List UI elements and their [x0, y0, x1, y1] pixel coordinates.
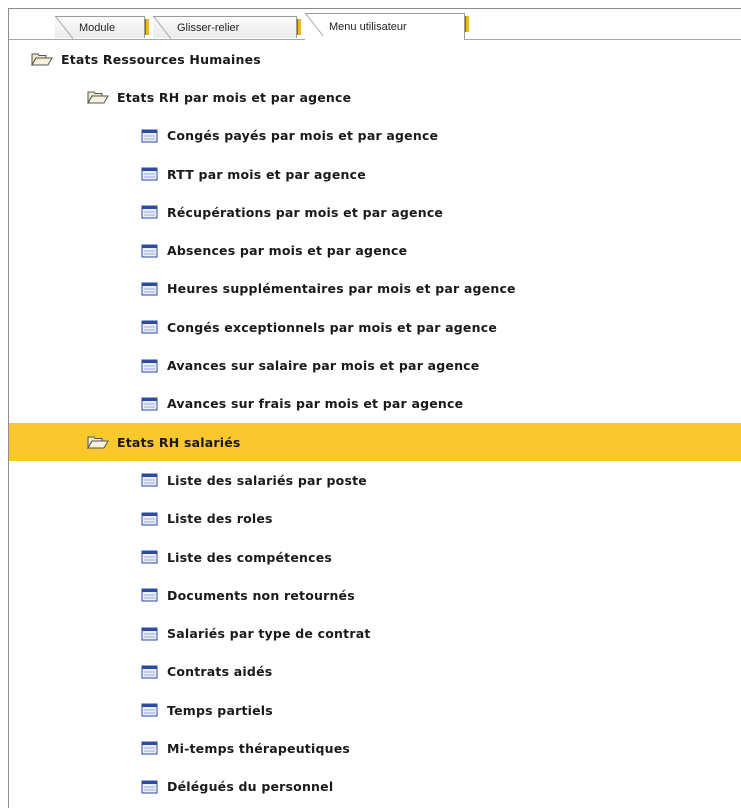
tree-item-label: Liste des roles: [167, 511, 273, 527]
tree-item-label: Temps partiels: [167, 702, 273, 718]
report-document-icon: [141, 512, 159, 526]
tree-item-label: Récupérations par mois et par agence: [167, 204, 444, 220]
tab-menu-utilisateur-label: Menu utilisateur: [329, 21, 407, 33]
tree-report-item[interactable]: Avances sur frais par mois et par agence: [9, 385, 741, 423]
report-document-icon: [141, 359, 159, 373]
folder-open-icon: [87, 435, 109, 450]
tree-item-label: Etats RH salariés: [117, 434, 241, 450]
tree-report-item[interactable]: Temps partiels: [9, 691, 741, 729]
report-document-icon: [141, 665, 159, 679]
report-document-icon: [141, 320, 159, 334]
folder-open-icon: [87, 90, 109, 106]
tree-report-item[interactable]: RTT par mois et par agence: [9, 155, 741, 193]
tree-report-item[interactable]: Heures supplémentaires par mois et par a…: [9, 270, 741, 308]
report-document-icon: [141, 627, 159, 641]
tree-item-label: Congés payés par mois et par agence: [167, 128, 439, 144]
tree-item-label: Avances sur salaire par mois et par agen…: [167, 358, 480, 374]
report-document-icon: [141, 588, 159, 602]
report-document-icon: [141, 741, 159, 755]
tree-item-label: Avances sur frais par mois et par agence: [167, 396, 464, 412]
tree-report-item[interactable]: Liste des compétences: [9, 538, 741, 576]
report-document-icon: [141, 167, 159, 181]
tree-item-label: Mi-temps thérapeutiques: [167, 740, 351, 756]
tree-report-item[interactable]: Mi-temps thérapeutiques: [9, 729, 741, 767]
report-document-icon: [141, 129, 159, 143]
report-document-icon: [141, 244, 159, 258]
tree-item-label: Liste des compétences: [167, 549, 333, 565]
menu-panel: Module Glisser-relier Menu utilisateur E…: [8, 8, 741, 808]
tree-folder-root[interactable]: Etats Ressources Humaines: [9, 40, 741, 78]
tree-item-label: Absences par mois et par agence: [167, 243, 408, 259]
tree-report-item[interactable]: Absences par mois et par agence: [9, 231, 741, 269]
tree-item-label: Délégués du personnel: [167, 779, 334, 795]
tree-report-item[interactable]: Contrats aidés: [9, 653, 741, 691]
report-document-icon: [141, 473, 159, 487]
tree-report-item[interactable]: Liste des roles: [9, 500, 741, 538]
tab-menu-utilisateur[interactable]: Menu utilisateur: [305, 13, 469, 40]
tree-item-label: Documents non retournés: [167, 587, 355, 603]
tree-folder-group[interactable]: Etats RH salariés: [9, 422, 741, 462]
tree-item-label: Salariés par type de contrat: [167, 626, 371, 642]
tree-item-label: RTT par mois et par agence: [167, 166, 366, 182]
tab-bar: Module Glisser-relier Menu utilisateur: [9, 9, 741, 40]
tree-item-label: Contrats aidés: [167, 664, 273, 680]
tree-report-item[interactable]: Liste des salariés par poste: [9, 461, 741, 499]
report-document-icon: [141, 205, 159, 219]
report-document-icon: [141, 550, 159, 564]
tree-report-item[interactable]: Délégués du personnel: [9, 768, 741, 806]
folder-open-icon: [31, 52, 53, 68]
tab-module-label: Module: [79, 22, 116, 34]
report-tree: Etats Ressources Humaines Etats RH par mo…: [9, 40, 741, 806]
report-document-icon: [141, 703, 159, 717]
tree-item-label: Congés exceptionnels par mois et par age…: [167, 319, 497, 335]
tree-item-label: Etats RH par mois et par agence: [117, 89, 352, 105]
tree-item-label: Etats Ressources Humaines: [61, 51, 261, 67]
tab-glisser-relier-label: Glisser-relier: [177, 22, 240, 34]
tab-module[interactable]: Module: [55, 16, 149, 39]
tree-item-label: Heures supplémentaires par mois et par a…: [167, 281, 516, 297]
tree-item-label: Liste des salariés par poste: [167, 472, 367, 488]
tree-folder-group[interactable]: Etats RH par mois et par agence: [9, 78, 741, 116]
tree-report-item[interactable]: Avances sur salaire par mois et par agen…: [9, 346, 741, 384]
report-document-icon: [141, 282, 159, 296]
tree-report-item[interactable]: Documents non retournés: [9, 576, 741, 614]
tab-glisser-relier[interactable]: Glisser-relier: [153, 16, 301, 39]
report-document-icon: [141, 397, 159, 411]
report-document-icon: [141, 780, 159, 794]
tree-report-item[interactable]: Congés exceptionnels par mois et par age…: [9, 308, 741, 346]
tree-report-item[interactable]: Congés payés par mois et par agence: [9, 117, 741, 155]
tree-report-item[interactable]: Salariés par type de contrat: [9, 614, 741, 652]
tree-report-item[interactable]: Récupérations par mois et par agence: [9, 193, 741, 231]
